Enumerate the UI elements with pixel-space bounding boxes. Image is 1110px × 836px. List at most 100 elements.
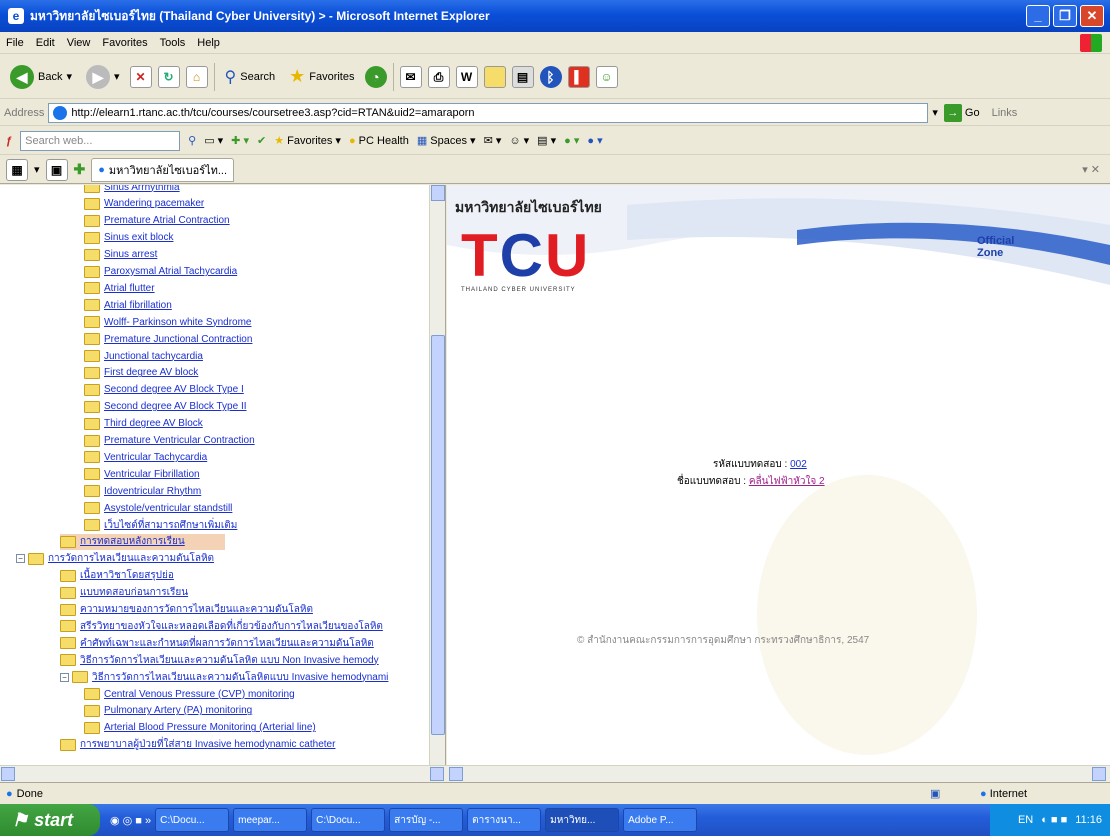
links-label[interactable]: Links bbox=[992, 107, 1018, 119]
address-input[interactable]: http://elearn1.rtanc.ac.th/tcu/courses/c… bbox=[48, 102, 929, 123]
tree-item-link[interactable]: Junctional tachycardia bbox=[104, 351, 203, 362]
back-button[interactable]: ◀ Back ▾ bbox=[6, 61, 76, 93]
history-icon[interactable]: ◔ bbox=[364, 65, 387, 88]
people-icon[interactable]: ☺ bbox=[595, 65, 618, 88]
tree-item[interactable]: Asystole/ventricular standstill bbox=[84, 500, 232, 516]
tree-item-link[interactable]: Sinus arrest bbox=[104, 249, 157, 260]
task-button-1[interactable]: C:\Docu... bbox=[155, 808, 230, 832]
tree-item[interactable]: Idoventricular Rhythm bbox=[84, 483, 201, 499]
tree-item[interactable]: Sinus arrest bbox=[84, 247, 157, 263]
scroll-right-button[interactable] bbox=[1092, 767, 1106, 781]
tree-item-link[interactable]: Idoventricular Rhythm bbox=[104, 486, 201, 497]
start-button[interactable]: ⚑ start bbox=[0, 804, 100, 836]
menu-tools[interactable]: Tools bbox=[160, 37, 186, 49]
tree-item[interactable]: Junctional tachycardia bbox=[84, 348, 203, 364]
tab-close-icon[interactable]: ▾ ✕ bbox=[1082, 163, 1100, 176]
tree-item-link[interactable]: สรีรวิทยาของหัวใจและหลอดเลือดที่เกี่ยวข้… bbox=[80, 619, 383, 634]
maximize-button[interactable]: ❐ bbox=[1053, 5, 1077, 27]
stop-icon[interactable]: ✕ bbox=[129, 65, 152, 88]
tree-item[interactable]: เว็บไซต์ที่สามารถศึกษาเพิ่มเติม bbox=[84, 517, 237, 533]
check-icon[interactable]: ✔ bbox=[257, 134, 266, 147]
tree-item[interactable]: Second degree AV Block Type II bbox=[84, 399, 247, 415]
tree-collapse-icon[interactable]: − bbox=[60, 672, 69, 682]
tree-item[interactable]: First degree AV block bbox=[84, 365, 198, 381]
tree-item-link[interactable]: Sinus Arrhythmia bbox=[104, 185, 180, 193]
scroll-left-button-right[interactable] bbox=[449, 767, 463, 781]
tree-item-link[interactable]: Premature Junctional Contraction bbox=[104, 334, 252, 345]
tree-item[interactable]: Premature Junctional Contraction bbox=[84, 331, 252, 347]
tree-item[interactable]: การพยาบาลผู้ป่วยที่ใส่สาย Invasive hemod… bbox=[60, 737, 335, 753]
minimize-button[interactable]: _ bbox=[1026, 5, 1050, 27]
tree-item-link[interactable]: Atrial flutter bbox=[104, 283, 155, 294]
tree-item[interactable]: Ventricular Tachycardia bbox=[84, 449, 207, 465]
tree-item[interactable]: Premature Atrial Contraction bbox=[84, 213, 230, 229]
spaces-link[interactable]: ▦ Spaces ▾ bbox=[417, 134, 476, 147]
tree-item-link[interactable]: Central Venous Pressure (CVP) monitoring bbox=[104, 689, 295, 700]
forward-button[interactable]: ▶ ▾ bbox=[82, 61, 124, 93]
tree-collapse-icon[interactable]: − bbox=[16, 554, 25, 564]
menu-edit[interactable]: Edit bbox=[36, 37, 55, 49]
tree-item-link[interactable]: Sinus exit block bbox=[104, 232, 173, 243]
tree-item[interactable]: Third degree AV Block bbox=[84, 416, 203, 432]
tree-item-link[interactable]: Wandering pacemaker bbox=[104, 198, 204, 209]
tree-item-link[interactable]: Ventricular Fibrillation bbox=[104, 469, 200, 480]
tree-item[interactable]: Sinus exit block bbox=[84, 230, 173, 246]
folder-icon[interactable] bbox=[483, 65, 506, 88]
close-button[interactable]: ✕ bbox=[1080, 5, 1104, 27]
tree-item-link[interactable]: Premature Atrial Contraction bbox=[104, 215, 230, 226]
task-button-5[interactable]: ตารางนา... bbox=[467, 808, 542, 832]
search-button[interactable]: ⚲ Search bbox=[221, 61, 280, 93]
blue-menu-icon[interactable]: ● ▾ bbox=[587, 134, 602, 147]
tree-item-link[interactable]: ความหมายของการวัดการไหลเวียนและความดันโล… bbox=[80, 602, 313, 617]
tree-item[interactable]: Central Venous Pressure (CVP) monitoring bbox=[84, 686, 295, 702]
tree-item-link[interactable]: Ventricular Tachycardia bbox=[104, 452, 207, 463]
tree-item-link[interactable]: วิธีการวัดการไหลเวียนและความดันโลหิต แบบ… bbox=[80, 653, 379, 668]
print-icon[interactable]: ⎙ bbox=[427, 65, 450, 88]
tree-item-link[interactable]: วิธีการวัดการไหลเวียนและความดันโลหิตแบบ … bbox=[92, 670, 388, 685]
green-menu-icon[interactable]: ● ▾ bbox=[564, 134, 579, 147]
plus-icon[interactable]: ✚ ▾ bbox=[231, 134, 249, 147]
tree-item[interactable]: Premature Ventricular Contraction bbox=[84, 433, 255, 449]
tree-item[interactable]: Wandering pacemaker bbox=[84, 196, 204, 212]
task-button-3[interactable]: C:\Docu... bbox=[311, 808, 386, 832]
tree-item-link[interactable]: Atrial fibrillation bbox=[104, 300, 172, 311]
mail-menu-icon[interactable]: ✉ ▾ bbox=[484, 134, 502, 147]
research-icon[interactable]: ▌ bbox=[567, 65, 590, 88]
tree-item-link[interactable]: คำศัพท์เฉพาะและกำหนดที่ผลการวัดการไหลเวี… bbox=[80, 636, 374, 651]
tree-item-link[interactable]: First degree AV block bbox=[104, 367, 198, 378]
tree-item-link[interactable]: Premature Ventricular Contraction bbox=[104, 435, 255, 446]
highlight-icon[interactable]: ▭ ▾ bbox=[204, 134, 223, 147]
search-web-input[interactable]: Search web... bbox=[20, 130, 181, 151]
scroll-thumb[interactable] bbox=[431, 335, 445, 735]
scroll-left-button[interactable] bbox=[1, 767, 15, 781]
tree-item-link[interactable]: เว็บไซต์ที่สามารถศึกษาเพิ่มเติม bbox=[104, 518, 237, 533]
task-button-6[interactable]: มหาวิทย... bbox=[545, 808, 620, 832]
tray-icons[interactable]: ◐ ■ ■ bbox=[1041, 814, 1067, 826]
tree-item[interactable]: Paroxysmal Atrial Tachycardia bbox=[84, 264, 237, 280]
horizontal-scrollbar[interactable] bbox=[0, 765, 1110, 782]
tree-item[interactable]: Sinus Arrhythmia bbox=[84, 185, 180, 195]
pchealth-link[interactable]: ● PC Health bbox=[349, 135, 409, 147]
tree-item-link[interactable]: Pulmonary Artery (PA) monitoring bbox=[104, 705, 252, 716]
menu-view[interactable]: View bbox=[67, 37, 91, 49]
test-name-link[interactable]: คลื่นไฟฟ้าหัวใจ 2 bbox=[749, 476, 825, 487]
tree-item[interactable]: ความหมายของการวัดการไหลเวียนและความดันโล… bbox=[60, 602, 313, 618]
tree-scrollbar[interactable] bbox=[429, 185, 445, 765]
menu-favorites[interactable]: Favorites bbox=[102, 37, 147, 49]
tree-item-link[interactable]: Arterial Blood Pressure Monitoring (Arte… bbox=[104, 722, 316, 733]
tree-item-link[interactable]: Paroxysmal Atrial Tachycardia bbox=[104, 266, 237, 277]
tree-item-link[interactable]: Second degree AV Block Type I bbox=[104, 384, 244, 395]
task-button-4[interactable]: สารบัญ -... bbox=[389, 808, 464, 832]
tree-item[interactable]: Ventricular Fibrillation bbox=[84, 466, 200, 482]
tree-item[interactable]: คำศัพท์เฉพาะและกำหนดที่ผลการวัดการไหลเวี… bbox=[60, 635, 374, 651]
tab-current[interactable]: ● มหาวิทยาลัยไซเบอร์ไท... bbox=[91, 157, 235, 182]
tree-item-link[interactable]: การพยาบาลผู้ป่วยที่ใส่สาย Invasive hemod… bbox=[80, 737, 335, 752]
new-tab-icon[interactable]: ✚ bbox=[74, 161, 86, 178]
menu-help[interactable]: Help bbox=[197, 37, 220, 49]
tree-item[interactable]: Pulmonary Artery (PA) monitoring bbox=[84, 703, 252, 719]
search-go-icon[interactable]: ⚲ bbox=[188, 134, 196, 147]
task-button-7[interactable]: Adobe P... bbox=[623, 808, 698, 832]
tab-list-icon[interactable]: ▦ bbox=[6, 158, 28, 181]
tree-item[interactable]: Atrial fibrillation bbox=[84, 297, 172, 313]
menu-file[interactable]: File bbox=[6, 37, 24, 49]
